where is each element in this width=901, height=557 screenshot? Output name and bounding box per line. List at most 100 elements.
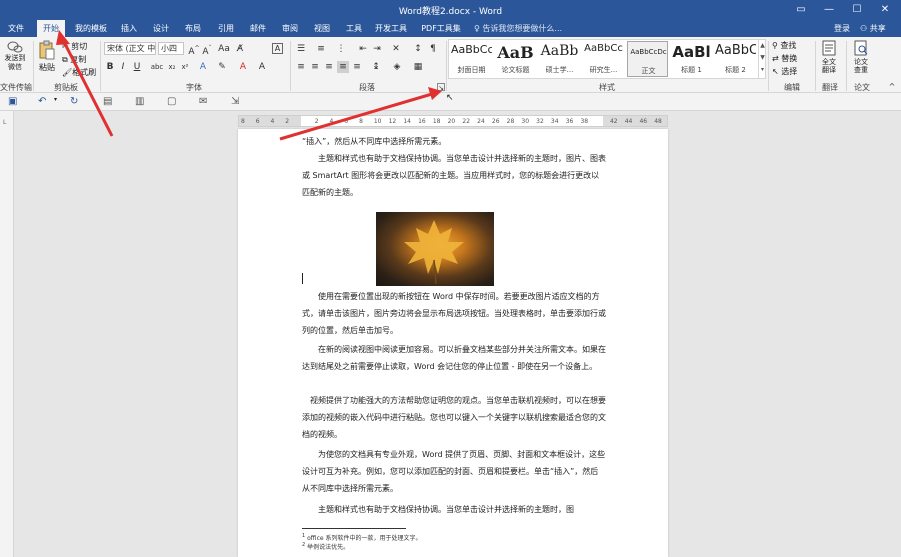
find-button[interactable]: ⚲ 查找	[772, 40, 796, 51]
thesis-check-button[interactable]: 论文查重	[850, 40, 872, 74]
change-case-icon[interactable]: Aa	[218, 43, 230, 55]
tab-references[interactable]: 引用	[212, 20, 240, 37]
tab-review[interactable]: 审阅	[276, 20, 304, 37]
close-icon[interactable]: ✕	[871, 0, 899, 20]
footnote-mark: 2	[302, 542, 306, 548]
paste-button[interactable]: 粘贴	[36, 40, 58, 73]
bullets-icon[interactable]: ☰	[295, 43, 307, 55]
tell-me-search[interactable]: ♀ 告诉我您想要做什么...	[474, 20, 562, 37]
style-cover-date[interactable]: AaBbCc 封面日期	[451, 41, 492, 77]
print-preview-icon[interactable]: ▥	[135, 96, 147, 108]
shading-icon[interactable]: ◈	[391, 61, 403, 73]
ruler-tick: 8	[241, 118, 245, 125]
multilevel-list-icon[interactable]: ⋮	[335, 43, 347, 55]
style-thesis-title[interactable]: AaB 论文标题	[495, 41, 536, 77]
tab-file[interactable]: 文件	[4, 20, 28, 37]
open-icon[interactable]: ▢	[167, 96, 179, 108]
collapse-ribbon-icon[interactable]: ^	[886, 81, 898, 93]
translate-icon	[822, 40, 836, 56]
tab-view[interactable]: 视图	[308, 20, 336, 37]
align-center-icon[interactable]: ≡	[309, 61, 321, 73]
sort-icon[interactable]: ↕	[412, 43, 424, 55]
tab-developer[interactable]: 开发工具	[372, 20, 410, 37]
text-effects-icon[interactable]: A	[197, 61, 209, 73]
tab-pdf-tools[interactable]: PDF工具集	[418, 20, 464, 37]
share-button[interactable]: ⚇ 共享	[860, 20, 886, 37]
show-marks-icon[interactable]: ¶	[427, 43, 439, 55]
tab-insert[interactable]: 插入	[115, 20, 143, 37]
ribbon: 发送到微信 文件传输 粘贴 ✂ 剪切 ⧉ 复制 🖌格式刷 剪贴板 宋体 (正文 …	[0, 37, 901, 93]
increase-indent-icon[interactable]: ⇥	[371, 43, 383, 55]
undo-dropdown-icon[interactable]: ▾	[54, 96, 66, 108]
style-master[interactable]: AaBb 硕士学...	[539, 41, 580, 77]
tab-layout[interactable]: 布局	[179, 20, 207, 37]
vertical-ruler[interactable]: L	[0, 111, 14, 557]
ruler-tick: 42	[609, 118, 618, 125]
line-spacing-icon[interactable]: ↨	[370, 61, 382, 73]
select-button[interactable]: ↖ 选择	[772, 66, 797, 77]
ruler-tick: 20	[447, 118, 456, 125]
ruler-tab-selector[interactable]: L	[3, 119, 6, 126]
ruler-tick: 6	[344, 118, 349, 125]
ribbon-divider	[33, 41, 34, 91]
ribbon-display-options-icon[interactable]: ▭	[787, 0, 815, 20]
numbering-icon[interactable]: ≡	[315, 43, 327, 55]
send-to-wechat-button[interactable]: 发送到微信	[3, 40, 27, 72]
strikethrough-icon[interactable]: abc	[149, 61, 165, 73]
shrink-font-icon[interactable]: Aˇ	[201, 43, 213, 57]
redo-icon[interactable]: ↻	[70, 96, 82, 108]
distributed-icon[interactable]: ≡	[351, 61, 363, 73]
undo-icon[interactable]: ↶	[38, 96, 50, 108]
character-border-icon[interactable]: A	[272, 43, 283, 54]
autumn-leaf-photo[interactable]	[376, 212, 494, 286]
tab-mailings[interactable]: 邮件	[244, 20, 272, 37]
sign-in-link[interactable]: 登录	[834, 20, 850, 37]
bold-icon[interactable]: B	[104, 61, 116, 73]
font-color-icon[interactable]: A	[237, 61, 249, 73]
underline-icon[interactable]: U	[131, 61, 143, 73]
decrease-indent-icon[interactable]: ⇤	[357, 43, 369, 55]
style-normal[interactable]: AaBbCcDc 正文	[627, 41, 668, 77]
customize-qat-icon[interactable]: ⇲	[231, 96, 243, 108]
align-left-icon[interactable]: ≡	[295, 61, 307, 73]
style-heading-2[interactable]: AaBbC 标题 2	[715, 41, 756, 77]
document-page[interactable]: “插入”，然后从不同库中选择所需元素。 主题和样式也有助于文档保持协调。当您单击…	[238, 129, 668, 557]
ribbon-divider	[290, 41, 291, 91]
tab-home[interactable]: 开始	[37, 20, 65, 37]
superscript-icon[interactable]: x²	[179, 61, 191, 73]
style-heading-1[interactable]: AaBl 标题 1	[671, 41, 712, 77]
style-label: 标题 1	[681, 66, 702, 74]
paragraph-dialog-launcher-icon[interactable]: ↘	[437, 83, 445, 92]
styles-scroll[interactable]: ▲ ▼ ▾	[758, 40, 766, 78]
clear-formatting-icon[interactable]: A̸	[234, 43, 246, 55]
grow-font-icon[interactable]: A^	[188, 43, 200, 57]
maximize-icon[interactable]: ☐	[843, 0, 871, 20]
style-graduate[interactable]: AaBbCc 研究生...	[583, 41, 624, 77]
tab-my-templates[interactable]: 我的模板	[72, 20, 110, 37]
full-translate-button[interactable]: 全文翻译	[818, 40, 840, 74]
new-doc-icon[interactable]: ▤	[103, 96, 115, 108]
align-right-icon[interactable]: ≡	[323, 61, 335, 73]
copy-button[interactable]: ⧉ 复制	[62, 54, 86, 65]
ruler-tick: 14	[403, 118, 411, 125]
replace-button[interactable]: ⇄ 替换	[772, 53, 797, 64]
ruler-tick: 32	[536, 118, 544, 125]
subscript-icon[interactable]: x₂	[166, 61, 178, 73]
asian-layout-icon[interactable]: ✕	[390, 43, 402, 55]
highlight-icon[interactable]: ✎	[216, 61, 228, 73]
minimize-icon[interactable]: —	[815, 0, 843, 20]
justify-icon[interactable]: ≡	[337, 61, 349, 73]
font-name-combo[interactable]: 宋体 (正文 中	[104, 42, 156, 55]
italic-icon[interactable]: I	[117, 61, 129, 73]
cut-button[interactable]: ✂ 剪切	[62, 41, 87, 52]
format-painter-button[interactable]: 🖌格式刷	[62, 67, 96, 78]
borders-icon[interactable]: ▦	[412, 61, 424, 73]
style-preview: AaBbCc	[451, 43, 492, 56]
save-icon[interactable]: ▣	[8, 96, 20, 108]
email-icon[interactable]: ✉	[199, 96, 211, 108]
tab-design[interactable]: 设计	[147, 20, 175, 37]
horizontal-ruler[interactable]: 8 6 4 2 2 4 6 8 10 12 14 16 18 20 22 24 26 28 30 32 34 36 38 42…	[238, 115, 668, 127]
font-size-combo[interactable]: 小四	[158, 42, 184, 55]
character-shading-icon[interactable]: A	[256, 61, 268, 73]
tab-tools[interactable]: 工具	[340, 20, 368, 37]
